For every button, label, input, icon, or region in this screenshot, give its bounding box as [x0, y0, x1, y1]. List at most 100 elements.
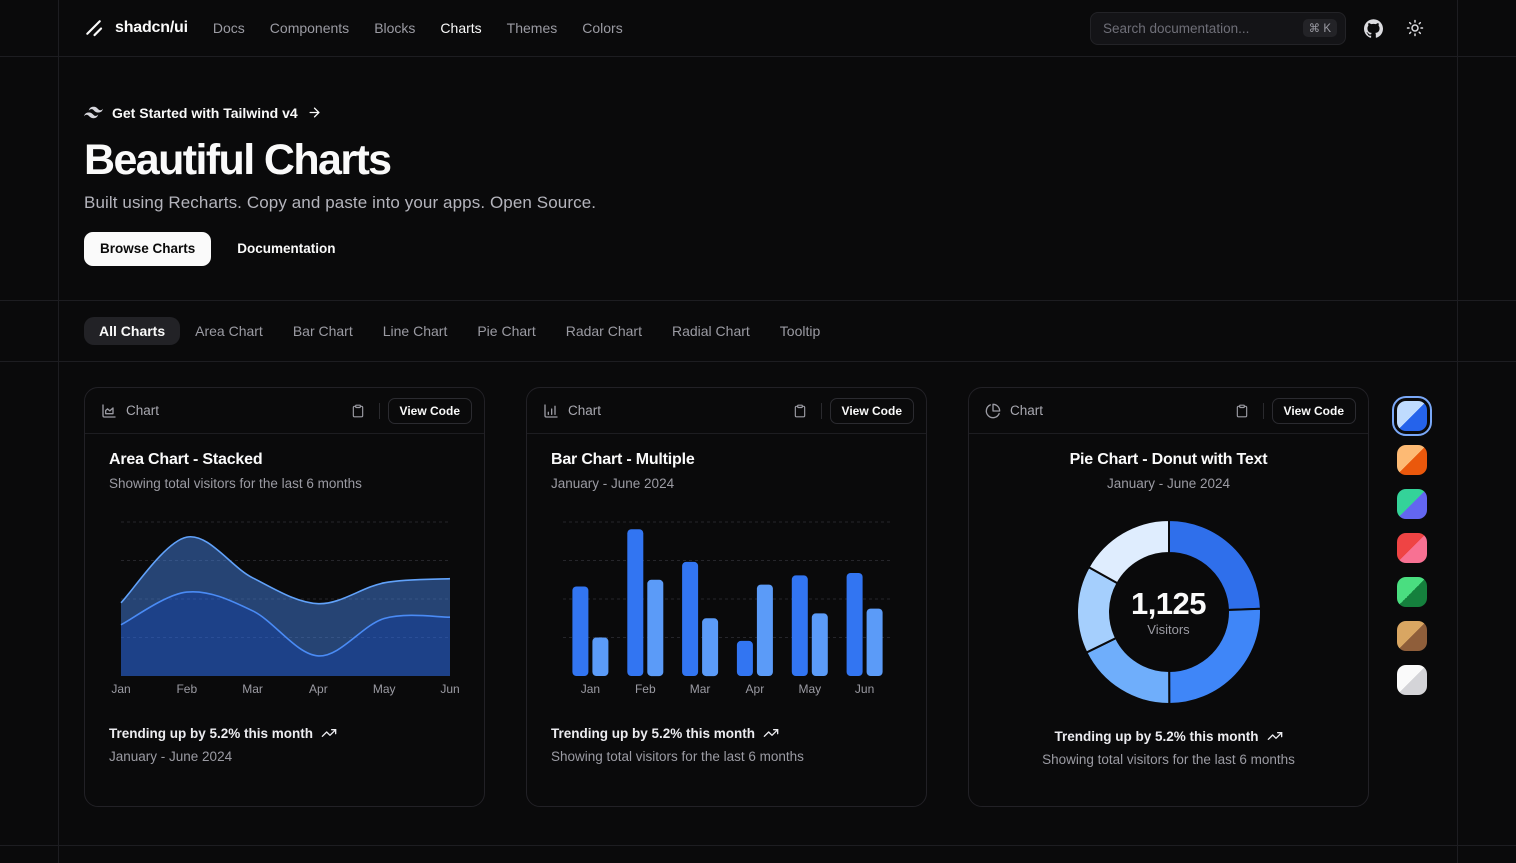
view-code-button[interactable]: View Code [830, 398, 914, 424]
main-nav: Docs Components Blocks Charts Themes Col… [213, 20, 623, 36]
area-chart: Jan Feb Mar Apr May Jun [109, 512, 462, 698]
hero-section: Get Started with Tailwind v4 Beautiful C… [0, 57, 1516, 301]
theme-swatch-green[interactable] [1397, 577, 1427, 607]
nav-components[interactable]: Components [270, 20, 349, 36]
chart-toolbar-label: Chart [568, 403, 601, 418]
copy-code-button[interactable] [345, 398, 371, 424]
search-input[interactable] [1103, 21, 1295, 36]
chart-toolbar-label: Chart [1010, 403, 1043, 418]
card-title: Area Chart - Stacked [109, 451, 460, 469]
nav-charts[interactable]: Charts [440, 20, 481, 36]
nav-themes[interactable]: Themes [507, 20, 558, 36]
github-button[interactable] [1358, 13, 1388, 43]
footer-caption: Showing total visitors for the last 6 mo… [993, 752, 1344, 767]
donut-chart: 1,125 Visitors [1074, 517, 1264, 707]
card-title: Bar Chart - Multiple [551, 451, 902, 469]
trend-text: Trending up by 5.2% this month [551, 726, 755, 741]
github-icon [1364, 19, 1383, 38]
nav-blocks[interactable]: Blocks [374, 20, 415, 36]
svg-text:Feb: Feb [635, 682, 656, 696]
page-title: Beautiful Charts [84, 139, 1516, 183]
card-description: January - June 2024 [993, 476, 1344, 491]
search-shortcut-kbd: ⌘ K [1303, 19, 1337, 37]
clipboard-icon [351, 404, 365, 418]
footer-caption: Showing total visitors for the last 6 mo… [551, 749, 902, 764]
theme-swatch-mono[interactable] [1397, 665, 1427, 695]
tab-bar-chart[interactable]: Bar Chart [278, 317, 368, 345]
section-divider [0, 845, 1516, 846]
clipboard-icon [793, 404, 807, 418]
theme-picker [1397, 401, 1427, 695]
chart-card-bar: Chart View Code Bar Chart - Multiple Jan… [526, 387, 927, 807]
page-subtitle: Built using Recharts. Copy and paste int… [84, 193, 1516, 213]
tab-all-charts[interactable]: All Charts [84, 317, 180, 345]
nav-colors[interactable]: Colors [582, 20, 622, 36]
trending-up-icon [321, 725, 337, 741]
toolbar-separator [821, 403, 822, 419]
trending-up-icon [1267, 728, 1283, 744]
card-toolbar: Chart View Code [527, 388, 926, 434]
shadcn-logo-icon [84, 18, 105, 39]
site-header: shadcn/ui Docs Components Blocks Charts … [0, 0, 1516, 57]
header-actions: ⌘ K [1090, 12, 1430, 45]
svg-text:Jun: Jun [855, 682, 874, 696]
theme-swatch-orange[interactable] [1397, 445, 1427, 475]
tab-radar-chart[interactable]: Radar Chart [551, 317, 657, 345]
tab-tooltip[interactable]: Tooltip [765, 317, 835, 345]
svg-text:Apr: Apr [309, 682, 328, 696]
announcement-link[interactable]: Get Started with Tailwind v4 [84, 103, 322, 122]
copy-code-button[interactable] [1229, 398, 1255, 424]
toolbar-separator [379, 403, 380, 419]
tab-line-chart[interactable]: Line Chart [368, 317, 463, 345]
chart-toolbar-label: Chart [126, 403, 159, 418]
view-code-button[interactable]: View Code [388, 398, 472, 424]
trend-text: Trending up by 5.2% this month [109, 726, 313, 741]
theme-toggle-button[interactable] [1400, 13, 1430, 43]
view-code-button[interactable]: View Code [1272, 398, 1356, 424]
chart-cards: Chart View Code Area Chart - Stacked Sho… [0, 362, 1516, 807]
toolbar-actions: View Code [345, 398, 472, 424]
nav-docs[interactable]: Docs [213, 20, 245, 36]
hero-actions: Browse Charts Documentation [84, 232, 1516, 266]
announcement-text: Get Started with Tailwind v4 [112, 105, 298, 121]
card-title: Pie Chart - Donut with Text [993, 451, 1344, 469]
chart-card-pie: Chart View Code Pie Chart - Donut with T… [968, 387, 1369, 807]
card-toolbar: Chart View Code [85, 388, 484, 434]
svg-text:Feb: Feb [176, 682, 197, 696]
brand-name: shadcn/ui [115, 19, 188, 37]
svg-text:May: May [373, 682, 396, 696]
card-footer: Trending up by 5.2% this month Showing t… [993, 728, 1344, 767]
chart-column-icon [543, 403, 559, 419]
tab-radial-chart[interactable]: Radial Chart [657, 317, 765, 345]
trend-text: Trending up by 5.2% this month [1054, 729, 1258, 744]
theme-swatch-red[interactable] [1397, 533, 1427, 563]
theme-swatch-amber[interactable] [1397, 621, 1427, 651]
card-footer: Trending up by 5.2% this month January -… [109, 725, 460, 764]
theme-swatch-rainbow[interactable] [1397, 489, 1427, 519]
svg-text:Jan: Jan [111, 682, 130, 696]
svg-text:Jun: Jun [440, 682, 459, 696]
search-box[interactable]: ⌘ K [1090, 12, 1346, 45]
card-description: January - June 2024 [551, 476, 902, 491]
chart-filter-tabs: All Charts Area Chart Bar Chart Line Cha… [0, 301, 1516, 362]
toolbar-actions: View Code [787, 398, 914, 424]
toolbar-separator [1263, 403, 1264, 419]
card-description: Showing total visitors for the last 6 mo… [109, 476, 460, 491]
copy-code-button[interactable] [787, 398, 813, 424]
tab-area-chart[interactable]: Area Chart [180, 317, 278, 345]
card-body: Area Chart - Stacked Showing total visit… [85, 434, 484, 764]
card-body: Bar Chart - Multiple January - June 2024… [527, 434, 926, 764]
trending-up-icon [763, 725, 779, 741]
browse-charts-button[interactable]: Browse Charts [84, 232, 211, 266]
card-footer: Trending up by 5.2% this month Showing t… [551, 725, 902, 764]
sun-icon [1406, 19, 1424, 37]
svg-text:Mar: Mar [242, 682, 263, 696]
brand-link[interactable]: shadcn/ui [84, 18, 188, 39]
chart-pie-icon [985, 403, 1001, 419]
tab-pie-chart[interactable]: Pie Chart [462, 317, 550, 345]
svg-text:May: May [798, 682, 821, 696]
chart-area-icon [101, 403, 117, 419]
chart-card-area: Chart View Code Area Chart - Stacked Sho… [84, 387, 485, 807]
documentation-button[interactable]: Documentation [221, 232, 351, 266]
theme-swatch-blue[interactable] [1397, 401, 1427, 431]
